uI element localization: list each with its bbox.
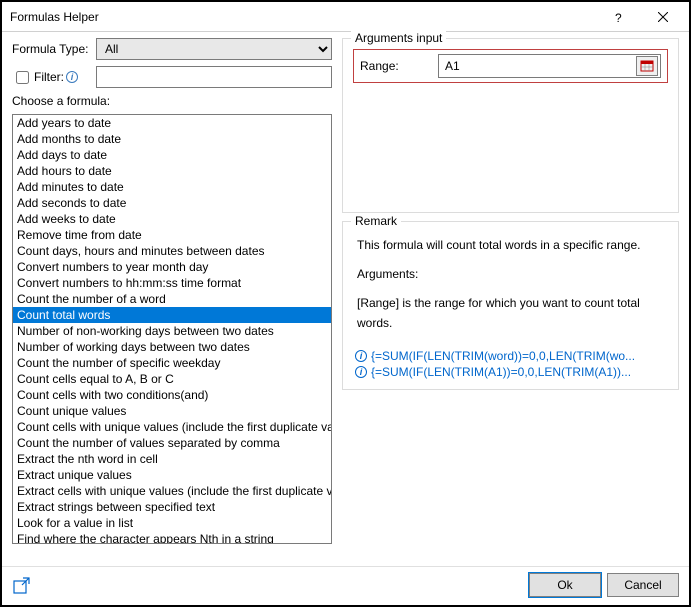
info-icon: i [355, 350, 367, 362]
ok-button[interactable]: Ok [529, 573, 601, 597]
list-item[interactable]: Convert numbers to year month day [13, 259, 331, 275]
list-item[interactable]: Add months to date [13, 131, 331, 147]
footer: Ok Cancel [2, 566, 689, 605]
right-panel: Arguments input Range: [342, 38, 679, 390]
list-item[interactable]: Remove time from date [13, 227, 331, 243]
remark-text: This formula will count total words in a… [353, 232, 668, 347]
list-item[interactable]: Add seconds to date [13, 195, 331, 211]
filter-checkbox[interactable] [16, 71, 29, 84]
list-item[interactable]: Add days to date [13, 147, 331, 163]
choose-formula-label: Choose a formula: [12, 94, 332, 108]
list-item[interactable]: Find where the character appears Nth in … [13, 531, 331, 544]
filter-label: Filter: [34, 70, 64, 84]
list-item[interactable]: Extract strings between specified text [13, 499, 331, 515]
list-item[interactable]: Count cells with two conditions(and) [13, 387, 331, 403]
titlebar: Formulas Helper ? [2, 2, 689, 32]
formula-list[interactable]: Add years to dateAdd months to dateAdd d… [12, 114, 332, 544]
list-item[interactable]: Count total words [13, 307, 331, 323]
popout-icon[interactable] [12, 575, 32, 595]
formula-preview-actual[interactable]: i {=SUM(IF(LEN(TRIM(A1))=0,0,LEN(TRIM(A1… [353, 365, 668, 379]
list-item[interactable]: Count the number of a word [13, 291, 331, 307]
list-item[interactable]: Look for a value in list [13, 515, 331, 531]
list-item[interactable]: Extract unique values [13, 467, 331, 483]
dialog-title: Formulas Helper [10, 10, 597, 24]
list-item[interactable]: Count the number of specific weekday [13, 355, 331, 371]
range-label: Range: [360, 59, 430, 73]
list-item[interactable]: Number of non-working days between two d… [13, 323, 331, 339]
list-item[interactable]: Number of working days between two dates [13, 339, 331, 355]
remark-fieldset: Remark This formula will count total wor… [342, 221, 679, 390]
range-picker-button[interactable] [636, 56, 658, 76]
arguments-fieldset: Arguments input Range: [342, 38, 679, 213]
list-item[interactable]: Count unique values [13, 403, 331, 419]
formula-type-label: Formula Type: [12, 42, 92, 56]
list-item[interactable]: Extract cells with unique values (includ… [13, 483, 331, 499]
formula-type-select[interactable]: All [96, 38, 332, 60]
info-icon: i [355, 366, 367, 378]
list-item[interactable]: Convert numbers to hh:mm:ss time format [13, 275, 331, 291]
left-panel: Formula Type: All Filter: i Choose a for… [12, 38, 332, 544]
dialog-window: Formulas Helper ? Formula Type: All [0, 0, 691, 607]
help-button[interactable]: ? [597, 3, 641, 31]
list-item[interactable]: Add hours to date [13, 163, 331, 179]
close-button[interactable] [641, 3, 685, 31]
info-icon[interactable]: i [66, 71, 78, 83]
arguments-legend: Arguments input [351, 31, 446, 45]
list-item[interactable]: Add weeks to date [13, 211, 331, 227]
list-item[interactable]: Extract the nth word in cell [13, 451, 331, 467]
formula-preview-generic[interactable]: i {=SUM(IF(LEN(TRIM(word))=0,0,LEN(TRIM(… [353, 349, 668, 363]
list-item[interactable]: Add years to date [13, 115, 331, 131]
list-item[interactable]: Count cells with unique values (include … [13, 419, 331, 435]
list-item[interactable]: Count days, hours and minutes between da… [13, 243, 331, 259]
remark-legend: Remark [351, 214, 401, 228]
range-input[interactable] [439, 55, 636, 77]
svg-text:?: ? [615, 11, 622, 24]
filter-input[interactable] [96, 66, 332, 88]
list-item[interactable]: Add minutes to date [13, 179, 331, 195]
list-item[interactable]: Count cells equal to A, B or C [13, 371, 331, 387]
cancel-button[interactable]: Cancel [607, 573, 679, 597]
list-item[interactable]: Count the number of values separated by … [13, 435, 331, 451]
